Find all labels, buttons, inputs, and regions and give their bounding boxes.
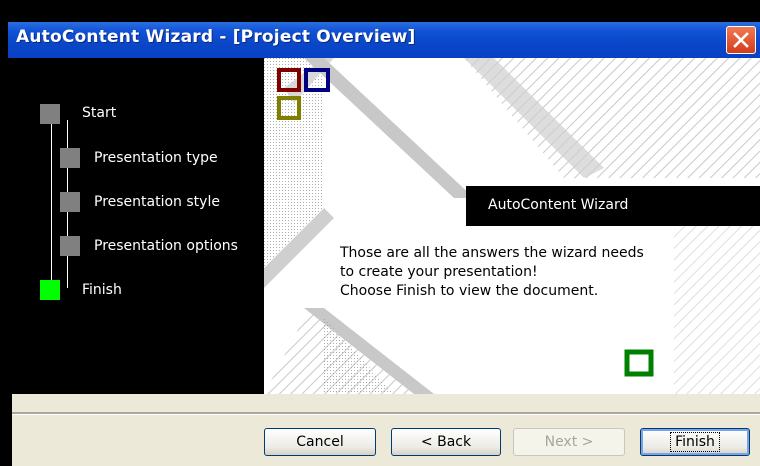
title-bar[interactable]: AutoContent Wizard - [Project Overview] <box>8 22 760 58</box>
step-node-start <box>40 104 60 124</box>
back-button[interactable]: < Back <box>391 428 501 456</box>
decorative-background-graphic <box>264 58 760 394</box>
step-label-presentation-options: Presentation options <box>94 238 238 254</box>
step-label-start: Start <box>82 105 117 121</box>
next-button[interactable]: Next > <box>513 428 625 456</box>
cancel-button-label: Cancel <box>296 434 344 450</box>
button-bar-separator <box>12 412 760 415</box>
message-line-2: to create your presentation! <box>340 264 538 280</box>
finish-button[interactable]: Finish <box>640 428 750 456</box>
step-node-presentation-options <box>60 236 80 256</box>
wizard-banner: AutoContent Wizard <box>466 186 760 226</box>
message-line-3: Choose Finish to view the document. <box>340 283 599 299</box>
cancel-button[interactable]: Cancel <box>264 428 376 456</box>
step-node-finish <box>40 280 60 300</box>
close-button[interactable] <box>726 26 756 54</box>
message-line-1: Those are all the answers the wizard nee… <box>340 245 644 261</box>
wizard-banner-title: AutoContent Wizard <box>488 197 629 213</box>
next-button-label: Next > <box>544 434 594 450</box>
step-label-finish: Finish <box>82 282 122 298</box>
step-node-presentation-style <box>60 192 80 212</box>
close-icon <box>733 32 749 48</box>
window-title: AutoContent Wizard - [Project Overview] <box>16 27 416 47</box>
completion-message: Those are all the answers the wizard nee… <box>340 244 670 301</box>
wizard-steps-panel: Start Presentation type Presentation sty… <box>12 58 264 394</box>
tree-outer-line <box>51 124 52 284</box>
back-button-label: < Back <box>420 434 472 450</box>
step-label-presentation-style: Presentation style <box>94 194 220 210</box>
finish-button-label: Finish <box>670 432 720 452</box>
green-square-decoration <box>624 349 654 377</box>
step-node-presentation-type <box>60 148 80 168</box>
wizard-content-area: AutoContent Wizard Those are all the ans… <box>264 58 760 394</box>
step-label-presentation-type: Presentation type <box>94 150 218 166</box>
